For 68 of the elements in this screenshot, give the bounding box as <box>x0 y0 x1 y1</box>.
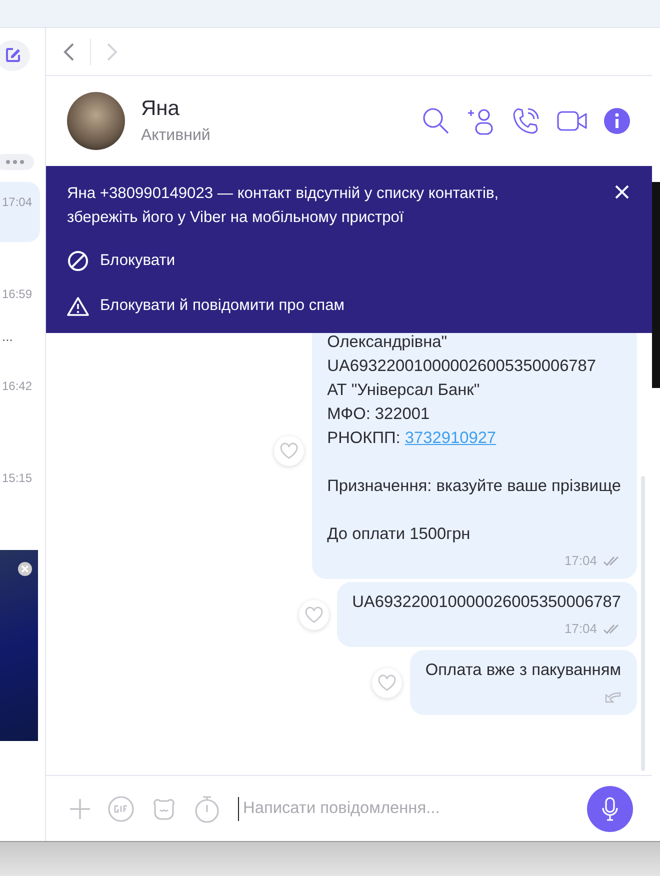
close-ad-button[interactable] <box>18 562 32 576</box>
add-person-icon <box>467 107 495 135</box>
close-icon <box>21 564 29 573</box>
bear-face-icon <box>151 796 177 820</box>
link[interactable]: 3732910927 <box>404 429 496 447</box>
phone-icon <box>512 107 540 135</box>
search-button[interactable] <box>422 107 450 135</box>
edit-icon <box>5 47 21 64</box>
chat-list-item[interactable]: 16:42 <box>0 366 40 458</box>
stopwatch-icon <box>194 794 220 822</box>
video-camera-icon <box>557 110 587 132</box>
info-icon <box>604 108 630 134</box>
chat-time: 17:04 <box>2 194 32 209</box>
message-text: Олександрівна" <box>327 332 448 353</box>
message-time: 17:04 <box>564 620 597 638</box>
info-button[interactable] <box>604 108 630 134</box>
back-button[interactable] <box>63 42 75 62</box>
report-spam-button[interactable]: Блокувати й повідомити про спам <box>67 283 344 328</box>
chat-list-item[interactable]: 16:59 ... <box>0 274 40 366</box>
heart-icon <box>304 606 324 624</box>
message-text: Призначення: вказуйте ваше прізвище <box>327 476 621 497</box>
pending-arrow-icon <box>603 691 621 703</box>
video-call-button[interactable] <box>557 110 587 132</box>
microphone-icon <box>602 796 618 820</box>
message-text: МФО: 322001 <box>327 404 431 425</box>
search-icon <box>422 107 450 135</box>
microphone-button[interactable] <box>587 786 633 832</box>
double-check-icon <box>603 624 621 634</box>
message-text: До оплати 1500грн <box>327 524 472 545</box>
chat-time: 16:59 <box>2 286 32 301</box>
message-text: АТ "Універсал Банк" <box>327 380 481 401</box>
chat-list-item[interactable]: 17:04 <box>0 182 40 242</box>
chat-list-item[interactable]: 15:15 <box>0 458 40 550</box>
double-check-icon <box>603 556 621 566</box>
sticker-button[interactable] <box>151 796 177 820</box>
dots-icon <box>6 160 24 164</box>
like-button[interactable] <box>274 436 304 466</box>
gif-button[interactable] <box>108 796 134 822</box>
attach-button[interactable] <box>69 798 91 820</box>
close-icon <box>614 184 630 200</box>
chat-time: 15:15 <box>2 470 32 485</box>
timer-button[interactable] <box>194 794 220 822</box>
block-button[interactable]: Блокувати <box>67 238 176 283</box>
warning-icon <box>67 296 89 316</box>
contact-name: Яна <box>141 97 180 121</box>
heart-icon <box>279 442 300 460</box>
message-text: Оплата вже з пакуванням <box>425 660 621 681</box>
chevron-left-icon <box>63 42 75 62</box>
heart-icon <box>377 674 398 692</box>
message-text: UA693220010000026005350006787 <box>352 592 621 613</box>
contact-status: Активний <box>141 127 212 145</box>
block-icon <box>67 250 89 272</box>
like-button[interactable] <box>299 600 330 630</box>
add-contact-button[interactable] <box>467 107 495 135</box>
more-button[interactable] <box>0 154 34 170</box>
message-text: РНОКПП: <box>327 429 402 447</box>
chevron-right-icon <box>106 42 118 62</box>
gif-icon <box>108 796 134 822</box>
call-button[interactable] <box>512 107 540 135</box>
chat-time: 16:42 <box>2 378 32 393</box>
message-time: 17:04 <box>564 552 597 570</box>
plus-icon <box>69 798 91 820</box>
chat-preview: ... <box>2 328 13 344</box>
close-button[interactable] <box>614 184 630 200</box>
compose-button[interactable] <box>0 40 30 71</box>
message-text: UA693220010000026005350006787 <box>327 356 598 377</box>
like-button[interactable] <box>372 668 402 698</box>
banner-text: Яна +380990149023 — контакт відсутній у списку контактів, збережіть його у Viber на мобільному пристрої <box>67 184 500 228</box>
